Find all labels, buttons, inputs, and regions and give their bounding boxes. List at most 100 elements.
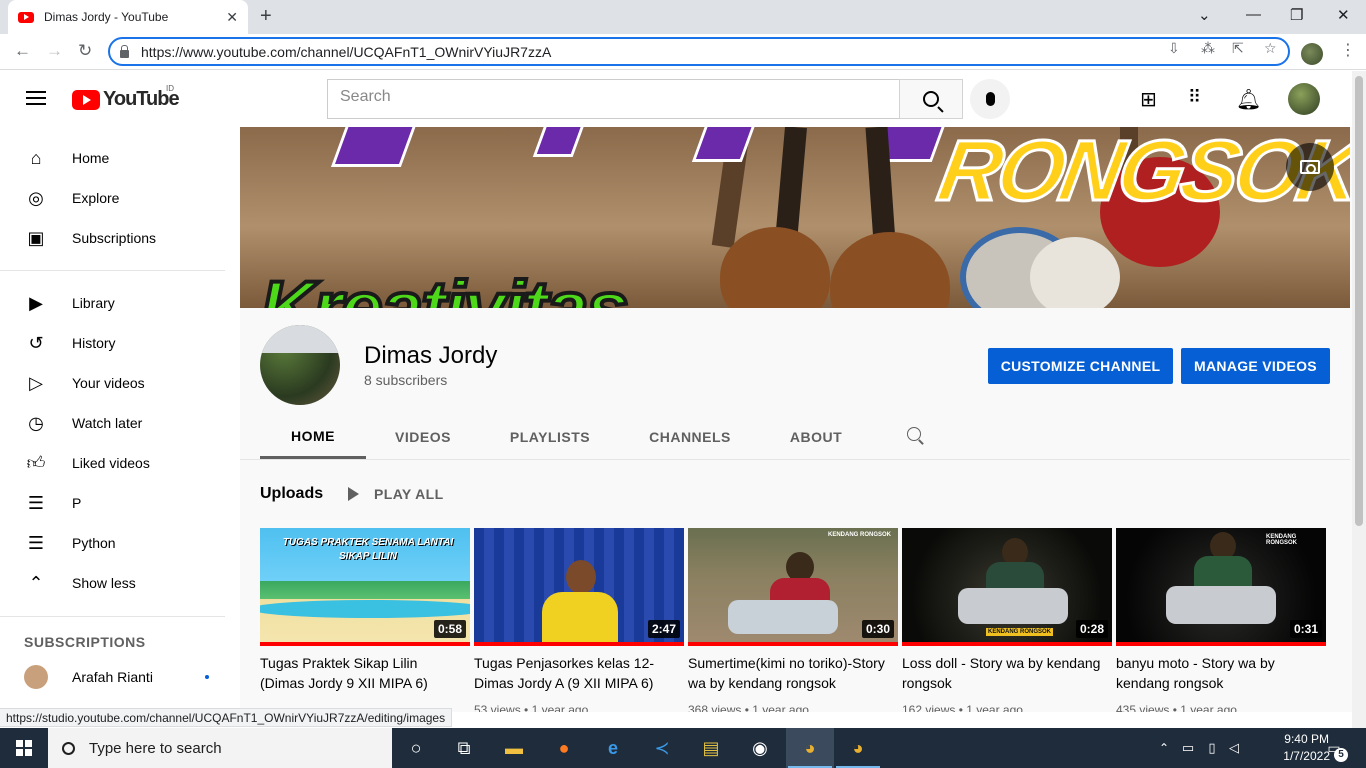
youtube-play-icon: [72, 89, 100, 110]
file-explorer-icon[interactable]: ▬: [502, 736, 526, 760]
sidebar-item-label: Explore: [72, 190, 120, 206]
tab-videos[interactable]: VIDEOS: [376, 415, 470, 459]
video-thumbnail[interactable]: KENDANG RONGSOK 0:30: [688, 528, 898, 646]
play-all-button[interactable]: PLAY ALL: [348, 486, 444, 502]
sidebar-item-label: Watch later: [72, 415, 143, 431]
video-thumbnail[interactable]: TUGAS PRAKTEK SENAMA LANTAI SIKAP LILIN …: [260, 528, 470, 646]
video-card[interactable]: KENDANG RONGSOK 0:30 Sumertime(kimi no t…: [688, 528, 898, 712]
start-button[interactable]: [0, 728, 48, 768]
channel-search-icon[interactable]: [907, 427, 921, 441]
video-title[interactable]: Tugas Praktek Sikap Lilin (Dimas Jordy 9…: [260, 653, 465, 693]
sidebar-item-label: Home: [72, 150, 110, 166]
tray-chevron-icon[interactable]: ⌃: [1152, 736, 1176, 760]
tab-about[interactable]: ABOUT: [780, 415, 852, 459]
battery-icon[interactable]: ▭: [1176, 736, 1200, 760]
tab-channels[interactable]: CHANNELS: [640, 415, 740, 459]
python-file-icon[interactable]: ▤: [699, 736, 723, 760]
page-scrollbar[interactable]: [1352, 71, 1366, 728]
restore-button[interactable]: ❐: [1290, 6, 1303, 24]
lock-icon[interactable]: [120, 44, 129, 58]
sidebar-item-playlist-python[interactable]: ☰ Python: [0, 523, 225, 563]
youtube-logo[interactable]: YouTube ID: [72, 84, 180, 111]
install-icon[interactable]: ⇩: [1168, 40, 1180, 57]
tab-search-chevron-icon[interactable]: ⌄: [1198, 6, 1211, 24]
browser-tab[interactable]: Dimas Jordy - YouTube ✕: [8, 0, 248, 34]
video-thumbnail[interactable]: KENDANG RONGSOK 0:31: [1116, 528, 1326, 646]
edit-banner-button[interactable]: [1286, 143, 1334, 191]
cortana-icon[interactable]: ○: [404, 736, 428, 760]
video-title[interactable]: banyu moto - Story wa by kendang rongsok: [1116, 653, 1321, 693]
uploads-section: Uploads PLAY ALL TUGAS PRAKTEK SENAMA LA…: [240, 459, 1350, 712]
chrome-icon[interactable]: ◕: [846, 736, 870, 760]
sidebar-item-label: Library: [72, 295, 115, 311]
divider: [0, 616, 225, 617]
thumbnail-text: TUGAS PRAKTEK SENAMA LANTAI SIKAP LILIN: [282, 537, 454, 562]
vscode-icon[interactable]: ≺: [650, 736, 674, 760]
network-icon[interactable]: ▯: [1200, 736, 1224, 760]
url-text: https://www.youtube.com/channel/UCQAFnT1…: [141, 43, 552, 60]
minimize-button[interactable]: —: [1246, 6, 1261, 23]
sidebar-item-explore[interactable]: ◎ Explore: [0, 178, 225, 218]
sidebar-item-library[interactable]: ▶ Library: [0, 283, 225, 323]
sidebar-item-subscriptions[interactable]: ▣ Subscriptions: [0, 218, 225, 258]
new-tab-button[interactable]: +: [260, 6, 272, 26]
reload-button[interactable]: ↻: [78, 41, 92, 61]
translate-icon[interactable]: ⁂: [1201, 40, 1215, 57]
create-video-icon[interactable]: ⊞: [1140, 87, 1157, 112]
channel-avatar[interactable]: [260, 325, 340, 405]
video-title[interactable]: Sumertime(kimi no toriko)-Story wa by ke…: [688, 653, 893, 693]
search-icon: [923, 91, 939, 107]
voice-search-button[interactable]: [970, 79, 1010, 119]
video-thumbnail[interactable]: KENDANG RONGSOK 0:28: [902, 528, 1112, 646]
close-tab-icon[interactable]: ✕: [226, 9, 238, 26]
edge-icon[interactable]: e: [601, 736, 625, 760]
browser-menu-icon[interactable]: ⋮: [1340, 40, 1356, 60]
chrome-icon[interactable]: ◕: [798, 736, 822, 760]
search-button[interactable]: [899, 79, 963, 119]
sidebar-subscription-item[interactable]: Arafah Rianti: [0, 657, 225, 697]
video-duration: 2:47: [647, 620, 680, 638]
video-card[interactable]: TUGAS PRAKTEK SENAMA LANTAI SIKAP LILIN …: [260, 528, 470, 712]
sidebar-item-your-videos[interactable]: ▷ Your videos: [0, 363, 225, 403]
sidebar-item-watch-later[interactable]: ◷ Watch later: [0, 403, 225, 443]
sidebar-item-playlist-p[interactable]: ☰ P: [0, 483, 225, 523]
sidebar-item-liked-videos[interactable]: 👍︎ Liked videos: [0, 443, 225, 483]
address-bar[interactable]: https://www.youtube.com/channel/UCQAFnT1…: [108, 37, 1290, 66]
firefox-icon[interactable]: ●: [552, 736, 576, 760]
obs-icon[interactable]: ◉: [748, 736, 772, 760]
video-title[interactable]: Tugas Penjasorkes kelas 12-Dimas Jordy A…: [474, 653, 679, 693]
sidebar-item-history[interactable]: ↺ History: [0, 323, 225, 363]
search-input[interactable]: Search: [327, 79, 900, 119]
taskbar-search-box[interactable]: Type here to search: [48, 728, 392, 768]
sidebar-item-home[interactable]: ⌂ Home: [0, 138, 225, 178]
browser-profile-avatar[interactable]: [1301, 43, 1323, 65]
video-views: 368 views: [688, 703, 742, 712]
video-title[interactable]: Loss doll - Story wa by kendang rongsok: [902, 653, 1107, 693]
thumbs-up-icon: 👍︎: [26, 453, 46, 473]
uploads-heading[interactable]: Uploads: [260, 485, 323, 503]
close-window-button[interactable]: ✕: [1337, 6, 1350, 24]
notifications-bell-icon[interactable]: 🔔︎: [1236, 87, 1261, 112]
bookmark-star-icon[interactable]: ☆: [1264, 40, 1277, 57]
video-card[interactable]: KENDANG RONGSOK 0:28 Loss doll - Story w…: [902, 528, 1112, 712]
clock-icon: ◷: [28, 412, 44, 433]
customize-channel-button[interactable]: CUSTOMIZE CHANNEL: [988, 348, 1173, 384]
share-icon[interactable]: ⇱: [1232, 40, 1244, 57]
forward-button[interactable]: →: [46, 41, 63, 61]
sidebar-item-show-less[interactable]: ⌃ Show less: [0, 563, 225, 603]
task-view-icon[interactable]: ⧉: [452, 736, 476, 760]
menu-icon[interactable]: [26, 91, 46, 105]
scrollbar-thumb[interactable]: [1355, 76, 1363, 526]
back-button[interactable]: ←: [14, 41, 31, 61]
video-card[interactable]: 2:47 Tugas Penjasorkes kelas 12-Dimas Jo…: [474, 528, 684, 712]
video-thumbnail[interactable]: 2:47: [474, 528, 684, 646]
manage-videos-button[interactable]: MANAGE VIDEOS: [1181, 348, 1330, 384]
apps-grid-icon[interactable]: ⠿: [1188, 87, 1201, 108]
tab-playlists[interactable]: PLAYLISTS: [502, 415, 598, 459]
video-duration: 0:28: [1075, 620, 1108, 638]
account-avatar[interactable]: [1288, 83, 1320, 115]
video-card[interactable]: KENDANG RONGSOK 0:31 banyu moto - Story …: [1116, 528, 1326, 712]
tab-home[interactable]: HOME: [260, 415, 366, 459]
channel-page: RONGSOK Kreativitas Dimas Jordy 8 subscr…: [240, 127, 1352, 712]
volume-icon[interactable]: ◁: [1222, 736, 1246, 760]
